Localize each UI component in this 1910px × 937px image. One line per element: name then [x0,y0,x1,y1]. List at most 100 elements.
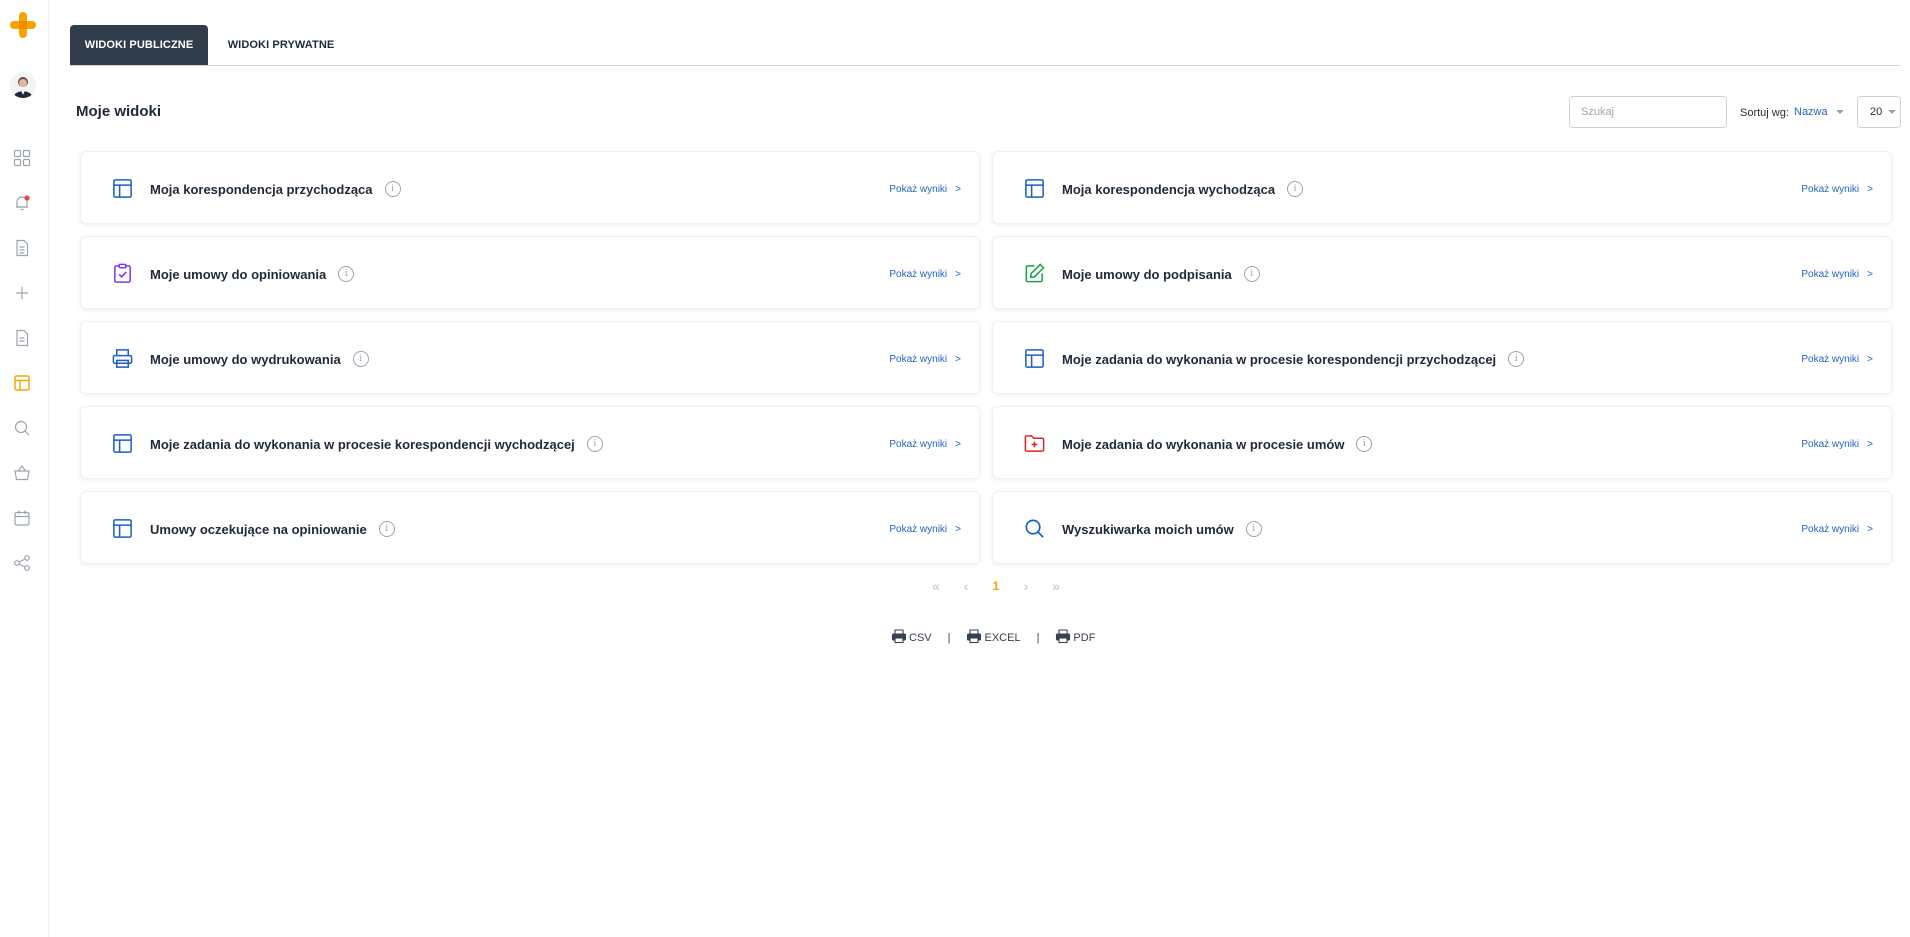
export-separator: | [947,631,951,644]
show-results-label: Pokaż wyniki [1801,184,1860,195]
page-title: Moje widoki [76,103,162,120]
info-icon[interactable]: i [1508,351,1525,367]
search-icon[interactable] [12,418,32,438]
view-card[interactable]: Moje umowy do wydrukowania i Pokaż wyniki… [80,321,980,394]
show-results-link[interactable]: Pokaż wyniki > [1801,524,1873,535]
view-card-title: Moje umowy do wydrukowania [150,351,341,367]
prev-page-button[interactable]: ‹ [951,578,981,594]
search-input[interactable] [1569,96,1727,128]
export-excel-button[interactable]: EXCEL [966,628,1021,647]
view-card[interactable]: Wyszukiwarka moich umów i Pokaż wyniki > [992,491,1892,564]
view-card[interactable]: Moja korespondencja przychodząca i Pokaż … [80,151,980,224]
user-avatar[interactable] [10,72,36,98]
dashboard-grid-icon[interactable] [12,148,32,168]
plus-logo-icon[interactable] [8,10,38,40]
sidebar [0,0,49,937]
show-results-label: Pokaż wyniki [889,184,948,195]
show-results-label: Pokaż wyniki [889,269,948,280]
calendar-icon[interactable] [12,508,32,528]
table-layout-icon [111,432,134,455]
info-icon[interactable]: i [586,436,603,452]
basket-icon[interactable] [12,463,32,483]
pagination: « ‹ 1 › » [921,578,1071,594]
info-icon[interactable]: i [1245,521,1262,537]
show-results-link[interactable]: Pokaż wyniki > [1801,269,1873,280]
chevron-right-icon: > [1867,439,1873,450]
show-results-link[interactable]: Pokaż wyniki > [889,354,961,365]
view-tabs: WIDOKI PUBLICZNE WIDOKI PRYWATNE [70,25,1900,66]
chevron-right-icon: > [955,269,961,280]
sort-select[interactable]: Nazwa [1794,106,1844,118]
show-results-label: Pokaż wyniki [1801,439,1860,450]
first-page-button[interactable]: « [921,578,951,594]
view-card[interactable]: Moja korespondencja wychodząca i Pokaż wy… [992,151,1892,224]
export-pdf-label: PDF [1073,631,1096,644]
folder-plus-icon [1023,432,1046,455]
show-results-label: Pokaż wyniki [1801,354,1860,365]
share-icon[interactable] [12,553,32,573]
view-card-title: Moja korespondencja wychodząca [1062,181,1276,197]
table-layout-icon[interactable] [12,373,32,393]
table-layout-icon [111,177,134,200]
tab-public-views[interactable]: WIDOKI PUBLICZNE [70,25,208,65]
info-icon[interactable]: i [384,181,401,197]
show-results-link[interactable]: Pokaż wyniki > [889,269,961,280]
chevron-right-icon: > [1867,524,1873,535]
view-card-title: Moje zadania do wykonania w procesie umó… [1062,436,1345,452]
view-card[interactable]: Umowy oczekujące na opiniowanie i Pokaż w… [80,491,980,564]
show-results-link[interactable]: Pokaż wyniki > [889,184,961,195]
page-size-select[interactable]: 20 [1857,96,1901,128]
show-results-link[interactable]: Pokaż wyniki > [889,524,961,535]
show-results-label: Pokaż wyniki [889,524,948,535]
view-card[interactable]: Moje umowy do opiniowania i Pokaż wyniki > [80,236,980,309]
show-results-label: Pokaż wyniki [889,439,948,450]
info-icon[interactable]: i [1243,266,1260,282]
table-layout-icon [111,517,134,540]
tab-private-views[interactable]: WIDOKI PRYWATNE [208,25,354,65]
chevron-right-icon: > [1867,269,1873,280]
view-card[interactable]: Moje zadania do wykonania w procesie kor… [992,321,1892,394]
document-list-icon[interactable] [12,238,32,258]
printer-icon [891,628,907,647]
show-results-label: Pokaż wyniki [889,354,948,365]
chevron-right-icon: > [1867,184,1873,195]
bell-notification-icon[interactable] [12,193,32,213]
chevron-right-icon: > [1867,354,1873,365]
show-results-label: Pokaż wyniki [1801,269,1860,280]
export-csv-button[interactable]: CSV [891,628,932,647]
chevron-right-icon: > [955,524,961,535]
show-results-link[interactable]: Pokaż wyniki > [1801,439,1873,450]
printer-icon [966,628,982,647]
export-bar: CSV | EXCEL | PDF [891,628,1095,647]
last-page-button[interactable]: » [1041,578,1071,594]
current-page[interactable]: 1 [981,579,1011,593]
info-icon[interactable]: i [378,521,395,537]
info-icon[interactable]: i [352,351,369,367]
view-card[interactable]: Moje umowy do podpisania i Pokaż wyniki > [992,236,1892,309]
view-card-title: Moje zadania do wykonania w procesie kor… [1062,351,1497,367]
plus-icon[interactable] [12,283,32,303]
show-results-link[interactable]: Pokaż wyniki > [1801,184,1873,195]
view-card-title: Wyszukiwarka moich umów [1062,521,1234,537]
chevron-down-icon [1835,110,1844,114]
sort-value: Nazwa [1794,106,1828,118]
pen-edit-icon [1023,262,1046,285]
printer-icon [111,347,134,370]
view-card[interactable]: Moje zadania do wykonania w procesie umó… [992,406,1892,479]
export-pdf-button[interactable]: PDF [1055,628,1095,647]
info-icon[interactable]: i [1287,181,1304,197]
info-icon[interactable]: i [338,266,355,282]
export-csv-label: CSV [909,631,932,644]
info-icon[interactable]: i [1356,436,1373,452]
document-icon[interactable] [12,328,32,348]
show-results-label: Pokaż wyniki [1801,524,1860,535]
show-results-link[interactable]: Pokaż wyniki > [889,439,961,450]
page-size-value: 20 [1870,106,1883,118]
view-card-title: Moje umowy do opiniowania [150,266,327,282]
view-card[interactable]: Moje zadania do wykonania w procesie kor… [80,406,980,479]
next-page-button[interactable]: › [1011,578,1041,594]
export-excel-label: EXCEL [984,631,1021,644]
table-layout-icon [1023,347,1046,370]
sort-label: Sortuj wg: [1740,107,1789,119]
show-results-link[interactable]: Pokaż wyniki > [1801,354,1873,365]
